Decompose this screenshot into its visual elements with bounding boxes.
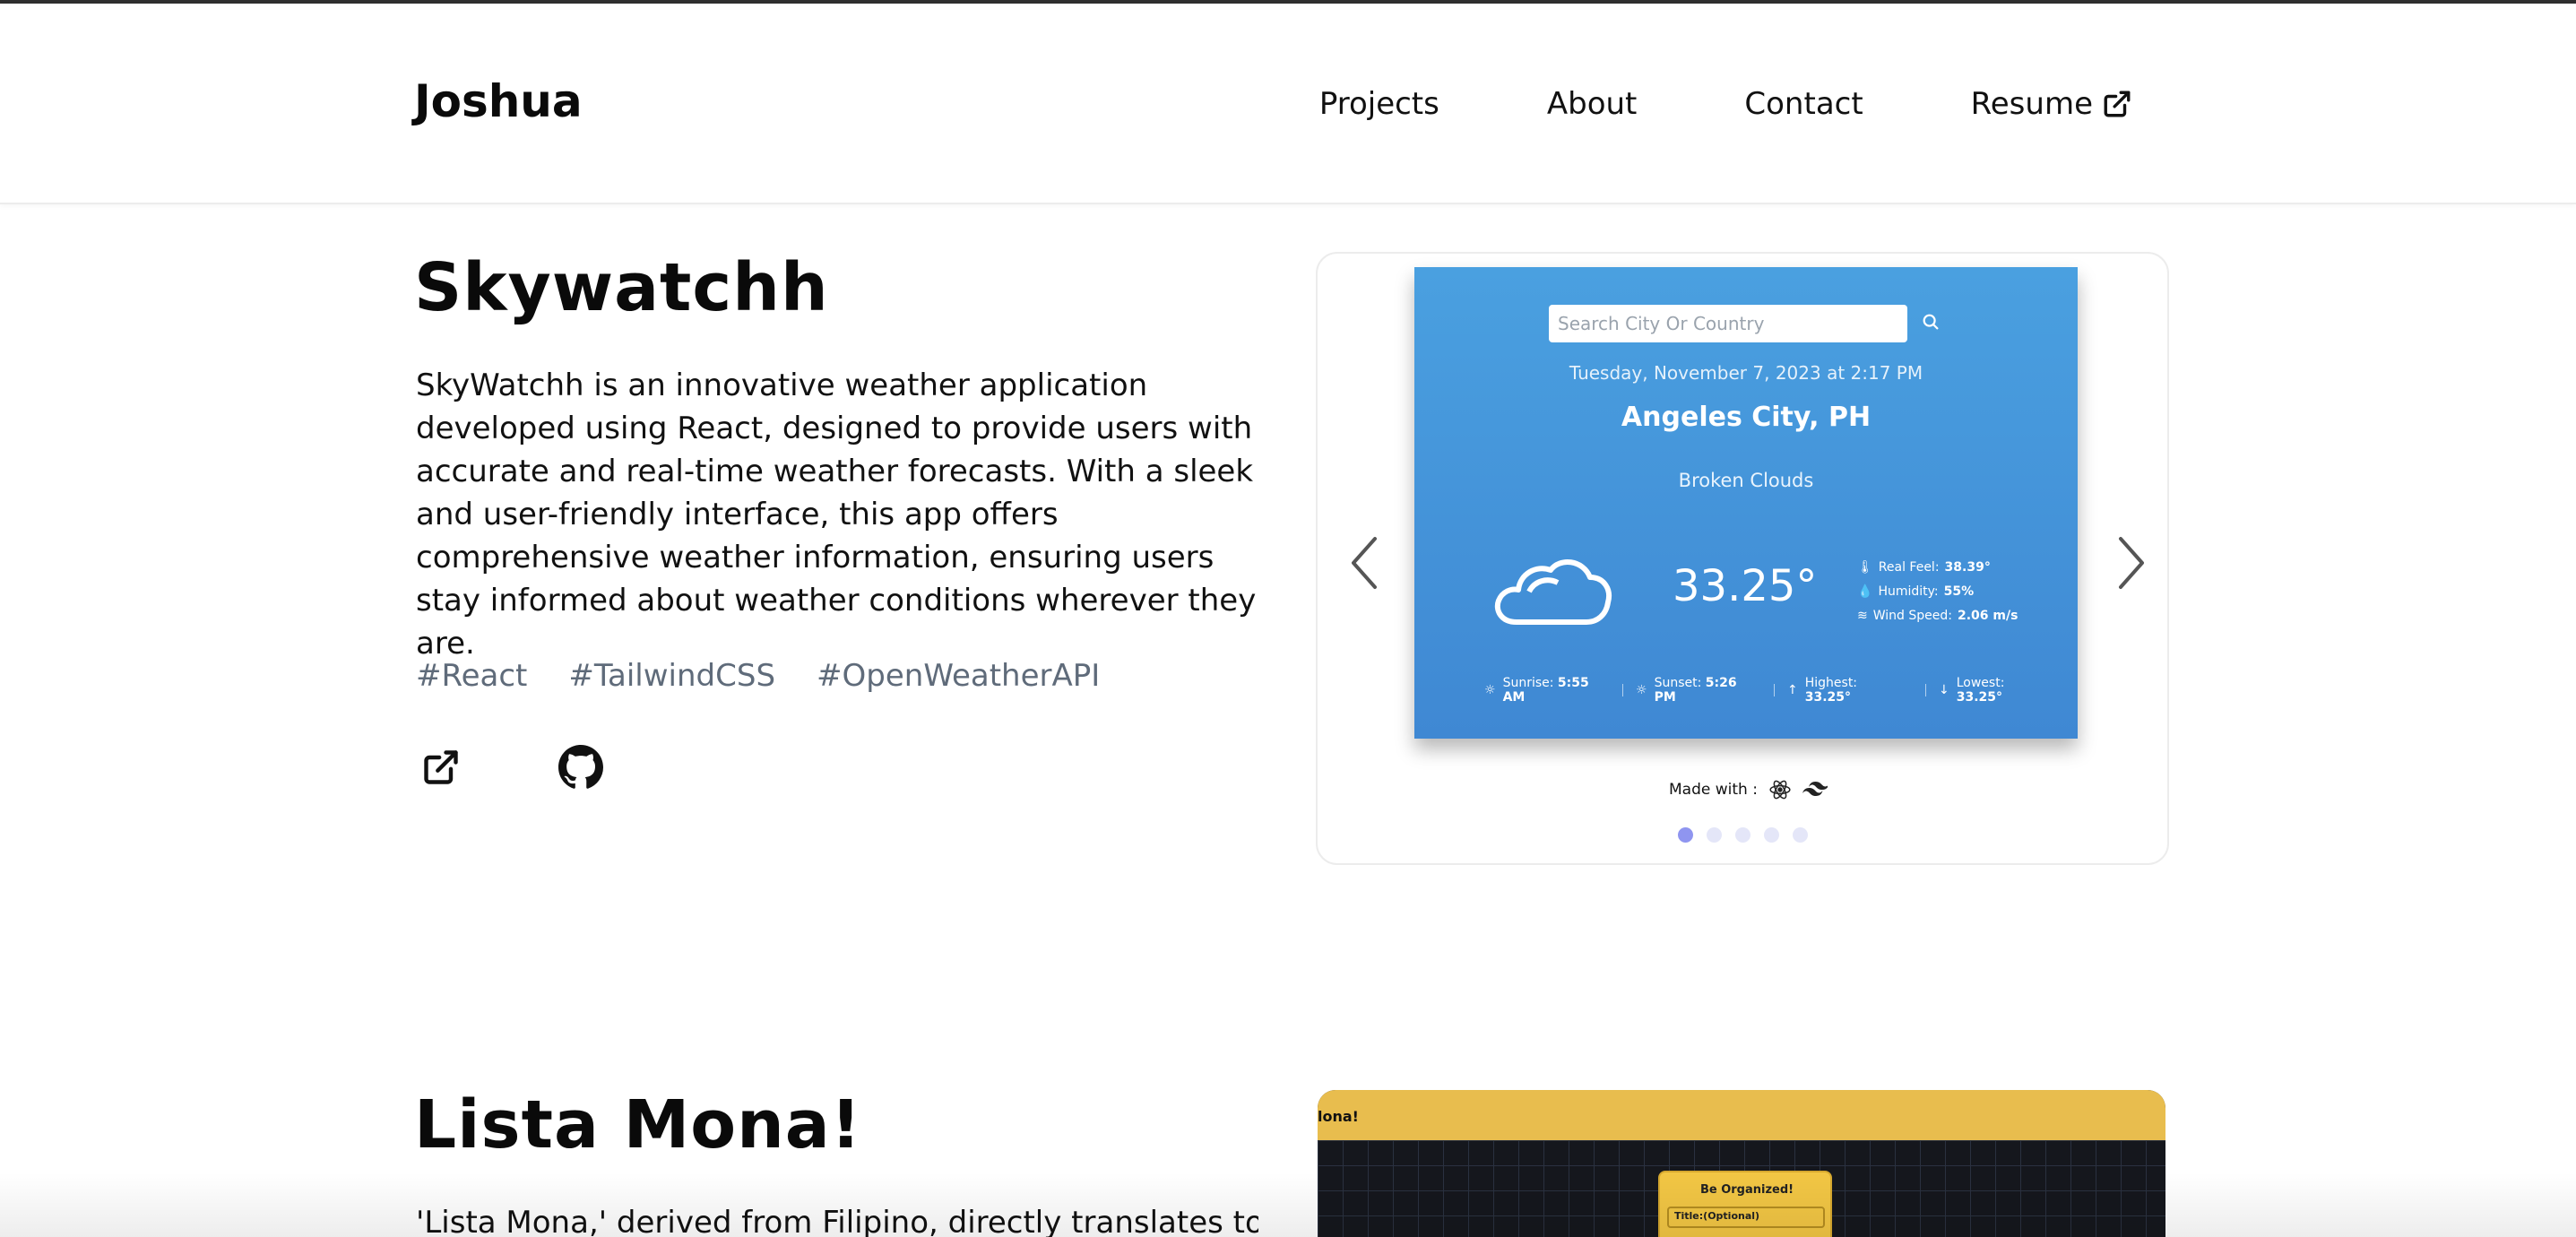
stat-value: 33.25° [1804, 690, 1852, 705]
weather-datetime: Tuesday, November 7, 2023 at 2:17 PM [1569, 362, 1923, 384]
nav-resume-label: Resume [1970, 86, 2093, 122]
main-content: Skywatchh SkyWatchh is an innovative wea… [0, 204, 2576, 1237]
project-description: 'Lista Mona,' derived from Filipino, dir… [416, 1205, 1258, 1237]
title-field: Title:(Optional) [1667, 1207, 1825, 1228]
react-icon [1769, 780, 1791, 800]
divider [1622, 684, 1623, 696]
sunset-stat: ☼ Sunset: 5:26 PM [1636, 676, 1774, 705]
carousel-dot[interactable] [1707, 827, 1722, 843]
weather-temperature: 33.25° [1673, 561, 1818, 611]
nav-contact[interactable]: Contact [1744, 86, 1863, 122]
detail-label: Wind Speed: [1872, 609, 1952, 623]
sun-icon: ☼ [1484, 683, 1496, 697]
made-with-label: Made with : [1669, 781, 1758, 799]
wind-icon: ≋ [1857, 609, 1868, 623]
detail-row: 🌡 Real Feel: 38.39° [1857, 556, 2018, 580]
carousel-dot[interactable] [1735, 827, 1750, 843]
sunrise-stat: ☼ Sunrise: 5:55 AM [1484, 676, 1622, 705]
weather-city: Angeles City, PH [1621, 402, 1871, 433]
note-panel: Be Organized! Title:(Optional) [1658, 1171, 1832, 1237]
search-input: Search City Or Country [1549, 305, 1907, 342]
project-links [416, 742, 606, 792]
weather-bottom-stats: ☼ Sunrise: 5:55 AM ☼ Sunset: 5:26 PM ↑ H… [1484, 676, 2077, 705]
arrow-up-icon: ↑ [1787, 683, 1798, 697]
arrow-down-icon: ↓ [1939, 683, 1949, 697]
weather-app-screenshot: Search City Or Country Tuesday, November… [1414, 267, 2078, 739]
sun-icon: ☼ [1636, 683, 1647, 697]
lista-mona-screenshot: lona! Be Organized! Title:(Optional) [1318, 1090, 2165, 1237]
cloud-icon [1494, 558, 1612, 625]
lowest-stat: ↓ Lowest: 33.25° [1939, 676, 2077, 705]
carousel-dots [1678, 827, 1808, 843]
nav-projects[interactable]: Projects [1319, 86, 1439, 122]
app-title-bar: lona! [1318, 1090, 2165, 1140]
chevron-right-icon [2119, 537, 2144, 589]
chevron-left-icon [1352, 537, 1377, 589]
live-demo-link[interactable] [416, 742, 466, 792]
carousel-prev-button[interactable] [1344, 532, 1389, 594]
main-nav: Projects About Contact Resume [1319, 86, 2132, 122]
bottom-shadow [0, 1172, 2576, 1237]
carousel-dot[interactable] [1793, 827, 1808, 843]
detail-value: 2.06 m/s [1957, 609, 2018, 623]
stat-label: Highest: [1804, 676, 1858, 690]
stat-suffix: PM [1654, 690, 1676, 705]
highest-stat: ↑ Highest: 33.25° [1787, 676, 1925, 705]
site-logo[interactable]: Joshua [414, 75, 583, 127]
stat-value: 5:55 [1557, 676, 1589, 690]
stat-label: Lowest: [1956, 676, 2005, 690]
thermometer-icon: 🌡 [1857, 560, 1873, 575]
stat-suffix: AM [1502, 690, 1526, 705]
external-link-icon [424, 750, 458, 784]
weather-condition: Broken Clouds [1678, 470, 1814, 491]
search-icon [1923, 314, 1939, 330]
project-tags: #React #TailwindCSS #OpenWeatherAPI [416, 658, 1100, 694]
tailwind-icon [1802, 782, 1828, 796]
tag: #React [416, 658, 528, 694]
panel-title: Be Organized! [1699, 1183, 1794, 1197]
project-description: SkyWatchh is an innovative weather appli… [416, 368, 1257, 662]
detail-label: Real Feel: [1878, 560, 1940, 575]
tag: #TailwindCSS [568, 658, 776, 694]
external-link-icon [2104, 91, 2131, 117]
project-preview-carousel: Search City Or Country Tuesday, November… [1316, 252, 2169, 865]
detail-label: Humidity: [1878, 584, 1939, 599]
carousel-next-button[interactable] [2106, 532, 2151, 594]
detail-row: 💧 Humidity: 55% [1857, 580, 2018, 604]
made-with: Made with : [1669, 778, 1828, 801]
nav-resume[interactable]: Resume [1971, 86, 2132, 122]
tag: #OpenWeatherAPI [817, 658, 1101, 694]
project-title: Skywatchh [414, 249, 829, 326]
detail-value: 38.39° [1944, 560, 1991, 575]
divider [1774, 684, 1775, 696]
nav-about[interactable]: About [1547, 86, 1638, 122]
github-icon [558, 745, 603, 789]
site-header: Joshua Projects About Contact Resume [0, 4, 2576, 204]
github-link[interactable] [556, 742, 606, 792]
carousel-dot[interactable] [1764, 827, 1779, 843]
weather-details: 🌡 Real Feel: 38.39° 💧 Humidity: 55% ≋ Wi… [1857, 556, 2018, 628]
droplet-icon: 💧 [1857, 584, 1873, 599]
stat-label: Sunrise: [1502, 676, 1554, 690]
project-title: Lista Mona! [414, 1086, 862, 1163]
stat-value: 5:26 [1705, 676, 1737, 690]
stat-label: Sunset: [1654, 676, 1702, 690]
detail-row: ≋ Wind Speed: 2.06 m/s [1857, 604, 2018, 628]
divider [1925, 684, 1926, 696]
stat-value: 33.25° [1956, 690, 2003, 705]
detail-value: 55% [1943, 584, 1975, 599]
carousel-dot[interactable] [1678, 827, 1693, 843]
